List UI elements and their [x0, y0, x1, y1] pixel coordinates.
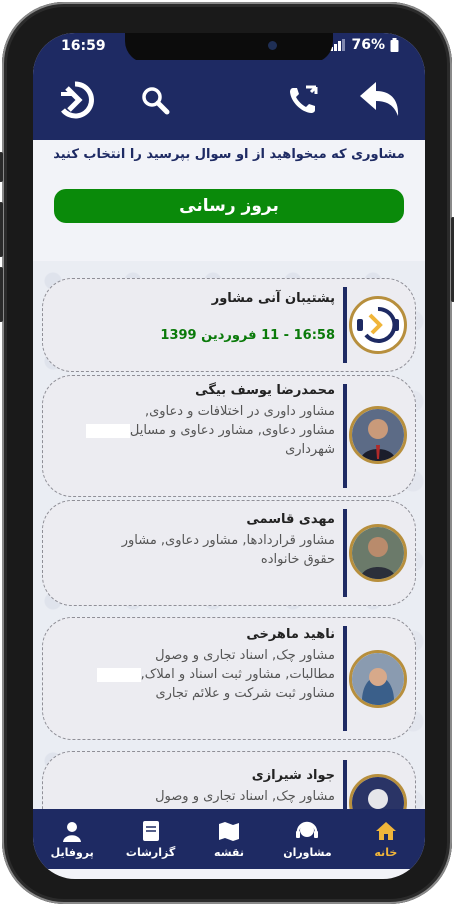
card-accent-bar — [343, 626, 347, 731]
home-icon — [375, 821, 396, 840]
report-icon — [142, 820, 159, 841]
camera-icon — [268, 41, 277, 50]
specialty-line: مشاور ثبت شرکت و علائم تجاری — [155, 686, 335, 701]
advisor-specialties: مشاور قراردادها, مشاور دعاوی, مشاور حقوق… — [45, 531, 335, 569]
advisor-specialties: مشاور داوری در اختلافات و دعاوی, مشاور د… — [45, 402, 335, 459]
advisor-name: پشتیبان آنی مشاور — [211, 291, 335, 306]
advisor-list: پشتیبان آنی مشاور 16:58 - 11 فروردین 139… — [33, 261, 425, 861]
card-text: جواد شیرازی مشاور چک, اسناد تجاری و وصول — [45, 768, 335, 806]
nav-reports[interactable]: گزارشات — [111, 809, 189, 869]
phone-side-button — [0, 202, 3, 257]
specialty-line: مطالبات, مشاور ثبت اسناد و املاک, — [45, 665, 335, 684]
specialty-line: مشاور چک, اسناد تجاری و وصول — [155, 789, 335, 804]
card-text: پشتیبان آنی مشاور 16:58 - 11 فروردین 139… — [45, 291, 335, 343]
status-time: 16:59 — [61, 38, 106, 54]
specialty-line: مشاور داوری در اختلافات و دعاوی, — [144, 404, 335, 419]
specialty-text: مشاور دعاوی, مشاور دعاوی و مسایل — [129, 423, 335, 438]
specialty-line: شهرداری — [285, 442, 335, 457]
nav-label: نقشه — [214, 845, 244, 859]
advisor-card[interactable]: مهدی قاسمی مشاور قراردادها, مشاور دعاوی,… — [42, 500, 416, 606]
card-text: محمدرضا یوسف بیگی مشاور داوری در اختلافا… — [45, 383, 335, 459]
status-indicators: 76% — [330, 37, 399, 53]
advisor-name: مهدی قاسمی — [246, 512, 335, 527]
phone-side-button — [0, 152, 3, 182]
nav-home[interactable]: خانه — [347, 809, 425, 869]
nav-label: خانه — [374, 845, 398, 859]
battery-icon — [390, 38, 399, 52]
card-text: مهدی قاسمی مشاور قراردادها, مشاور دعاوی,… — [45, 512, 335, 569]
advisor-name: جواد شیرازی — [251, 768, 335, 783]
advisor-name: محمدرضا یوسف بیگی — [195, 383, 335, 398]
phone-side-button — [0, 267, 3, 322]
bottom-nav: پروفایل گزارشات نقشه مشاوران خانه — [33, 809, 425, 869]
advisor-card[interactable]: محمدرضا یوسف بیگی مشاور داوری در اختلافا… — [42, 375, 416, 497]
app-logo-icon[interactable] — [53, 78, 97, 122]
card-text: ناهید ماهرخی مشاور چک, اسناد تجاری و وصو… — [45, 627, 335, 703]
call-icon[interactable] — [281, 78, 325, 122]
user-icon — [63, 821, 82, 842]
notch — [125, 33, 333, 63]
nav-label: پروفایل — [50, 845, 94, 859]
specialty-line: حقوق خانواده — [260, 552, 335, 567]
app-screen: 16:59 76% مشاوری که میخواهید از او سوال … — [33, 33, 425, 879]
nav-map[interactable]: نقشه — [190, 809, 268, 869]
avatar — [349, 524, 407, 582]
advisor-name: ناهید ماهرخی — [246, 627, 335, 642]
avatar — [349, 406, 407, 464]
card-accent-bar — [343, 509, 347, 597]
support-logo-avatar — [349, 296, 407, 354]
map-icon — [219, 821, 240, 841]
headset-icon — [296, 821, 319, 838]
battery-percent: 76% — [351, 37, 385, 53]
back-arrow-icon[interactable] — [353, 78, 405, 122]
specialty-line: مشاور قراردادها, مشاور دعاوی, مشاور — [121, 533, 335, 548]
avatar — [349, 650, 407, 708]
refresh-button[interactable]: بروز رسانی — [54, 189, 404, 223]
nav-label: مشاوران — [283, 845, 332, 859]
phone-frame: 16:59 76% مشاوری که میخواهید از او سوال … — [0, 2, 454, 904]
page-subtitle: مشاوری که میخواهید از او سوال بپرسید را … — [53, 147, 405, 162]
specialty-line: مشاور چک, اسناد تجاری و وصول — [155, 648, 335, 663]
redaction-mask — [96, 667, 141, 682]
nav-profile[interactable]: پروفایل — [33, 809, 111, 869]
search-icon[interactable] — [133, 78, 177, 122]
advisor-card[interactable]: پشتیبان آنی مشاور 16:58 - 11 فروردین 139… — [42, 278, 416, 372]
nav-advisors[interactable]: مشاوران — [268, 809, 346, 869]
top-app-bar — [33, 60, 425, 140]
advisor-specialties: مشاور چک, اسناد تجاری و وصول مطالبات, مش… — [45, 646, 335, 703]
card-accent-bar — [343, 287, 347, 363]
specialty-line: مشاور دعاوی, مشاور دعاوی و مسایل — [45, 421, 335, 440]
redaction-mask — [85, 423, 130, 438]
specialty-text: مطالبات, مشاور ثبت اسناد و املاک, — [140, 667, 335, 682]
advisor-specialties: مشاور چک, اسناد تجاری و وصول — [45, 787, 335, 806]
nav-label: گزارشات — [125, 845, 176, 859]
advisor-timestamp: 16:58 - 11 فروردین 1399 — [160, 328, 335, 343]
advisor-card[interactable]: ناهید ماهرخی مشاور چک, اسناد تجاری و وصو… — [42, 617, 416, 740]
card-accent-bar — [343, 384, 347, 488]
